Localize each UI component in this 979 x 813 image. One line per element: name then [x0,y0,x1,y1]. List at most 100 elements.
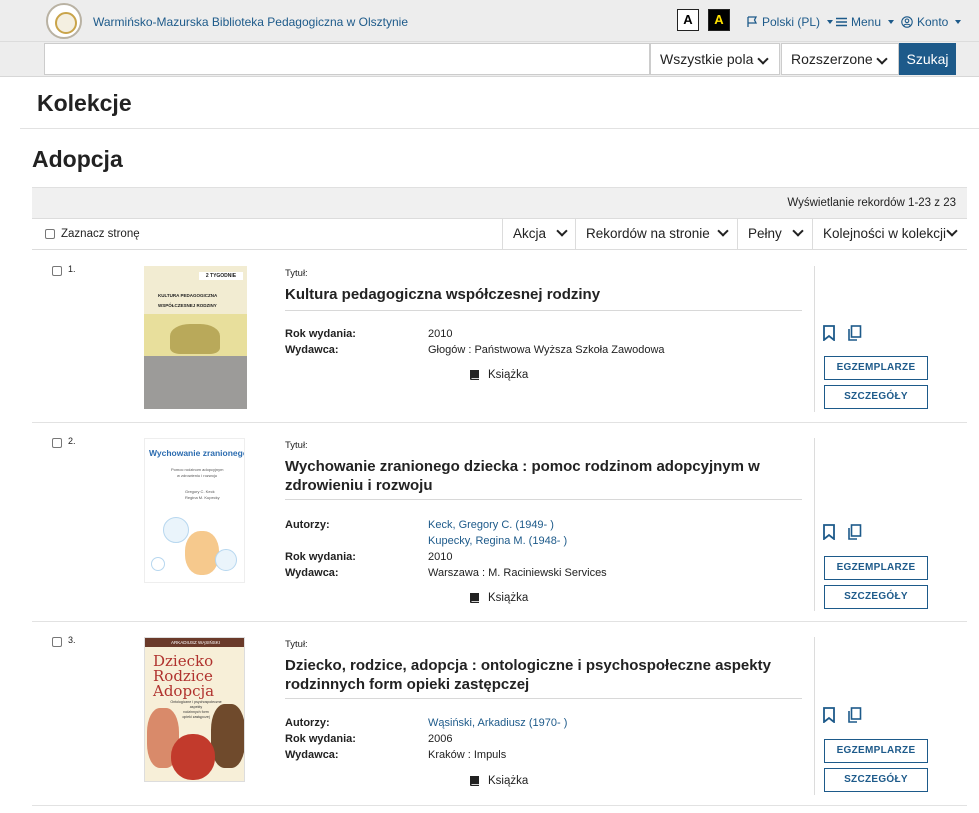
format-label: Książka [488,775,529,787]
cover-text: Gregory C. Keck [185,489,215,494]
publisher-label: Wydawca: [285,344,339,356]
title-label: Tytuł: [285,268,308,279]
copy-icon[interactable] [847,524,862,540]
cover-text: WSPÓŁCZESNEJ RODZINY [158,303,217,308]
format-badge: Książka [468,591,528,605]
page-title: Kolekcje [37,90,132,116]
cover-text: w zdrowieniu i rozwoju [177,473,218,478]
divider [814,438,815,611]
publisher-value: Kraków : Impuls [428,749,507,761]
year-value: 2010 [428,328,453,340]
main-menu[interactable]: Menu [836,15,895,29]
bookmark-icon[interactable] [822,325,836,341]
record-number: 1. [68,264,76,274]
search-mode-select[interactable]: Rozszerzone [781,43,899,75]
record-actions [822,524,862,540]
search-mode-value: Rozszerzone [791,51,873,67]
checkbox[interactable] [52,438,62,448]
cover-text: Wychowanie zranionego dziecka [149,448,245,458]
top-bar: Warmińsko-Mazurska Biblioteka Pedagogicz… [0,0,979,42]
book-icon [470,776,479,786]
copies-button[interactable]: EGZEMPLARZE [824,739,928,763]
language-menu[interactable]: Polski (PL) [747,15,834,29]
cover-text: opieki zastępczej [182,715,210,719]
cover-text: KULTURA PEDAGOGICZNA [158,293,218,298]
language-label: Polski (PL) [762,15,821,29]
divider [814,266,815,412]
publisher-value: Warszawa : M. Raciniewski Services [428,567,607,579]
chevron-down-icon [876,53,888,65]
per-page-dropdown[interactable]: Rekordów na stronie [575,219,737,249]
author-link[interactable]: Wąsiński, Arkadiusz (1970- ) [428,717,567,729]
collection-title: Adopcja [32,146,123,172]
copies-button[interactable]: EGZEMPLARZE [824,556,928,580]
title-label: Tytuł: [285,639,308,650]
select-page-checkbox[interactable]: Zaznacz stronę [45,228,140,240]
details-button[interactable]: SZCZEGÓŁY [824,385,928,409]
format-badge: Książka [468,774,528,788]
action-label: Akcja [513,226,547,241]
chevron-down-icon [757,53,769,65]
cover-text: Pomoc rodzinom adopcyjnym [171,467,224,472]
view-dropdown[interactable]: Pełny [737,219,812,249]
contrast-normal-button[interactable]: A [677,9,699,31]
cover-text: Adopcja [153,682,215,700]
year-label: Rok wydania: [285,551,356,563]
library-logo[interactable] [46,3,82,39]
record-title-link[interactable]: Dziecko, rodzice, adopcja : ontologiczne… [285,656,802,699]
action-dropdown[interactable]: Akcja [502,219,575,249]
user-circle-icon [901,16,913,28]
search-bar: Wszystkie pola Rozszerzone Szukaj [0,42,979,77]
format-badge: Książka [468,368,528,382]
list-item: 2. Wychowanie zranionego dziecka Pomoc r… [32,424,967,622]
checkbox[interactable] [52,266,62,276]
year-label: Rok wydania: [285,733,356,745]
author-link[interactable]: Keck, Gregory C. (1949- ) [428,519,554,531]
record-select[interactable]: 1. [52,264,76,276]
chevron-down-icon [792,225,804,237]
record-actions [822,707,862,723]
bookmark-icon[interactable] [822,707,836,723]
chevron-down-icon [955,20,962,24]
search-input[interactable] [44,43,650,75]
search-field-select[interactable]: Wszystkie pola [650,43,780,75]
contrast-high-button[interactable]: A [708,9,730,31]
bookmark-icon[interactable] [822,524,836,540]
author-link[interactable]: Kupecky, Regina M. (1948- ) [428,535,567,547]
flag-icon [747,16,758,27]
record-select[interactable]: 2. [52,436,76,448]
record-title-link[interactable]: Kultura pedagogiczna współczesnej rodzin… [285,285,802,311]
publisher-label: Wydawca: [285,749,339,761]
record-title-link[interactable]: Wychowanie zranionego dziecka : pomoc ro… [285,457,802,500]
book-cover[interactable]: 2 TYGODNIE KULTURA PEDAGOGICZNA WSPÓŁCZE… [144,266,247,409]
year-label: Rok wydania: [285,328,356,340]
checkbox[interactable] [52,637,62,647]
records-count: Wyświetlanie rekordów 1-23 z 23 [32,187,967,218]
menu-label: Menu [851,15,882,29]
chevron-down-icon [717,225,729,237]
account-menu[interactable]: Konto [901,15,962,29]
sort-dropdown[interactable]: Kolejności w kolekcji [812,219,967,249]
copy-icon[interactable] [847,325,862,341]
divider [20,128,979,129]
search-field-value: Wszystkie pola [660,51,754,67]
publisher-label: Wydawca: [285,567,339,579]
view-label: Pełny [748,226,782,241]
copies-button[interactable]: EGZEMPLARZE [824,356,928,380]
site-title-link[interactable]: Warmińsko-Mazurska Biblioteka Pedagogicz… [93,15,408,29]
details-button[interactable]: SZCZEGÓŁY [824,768,928,792]
details-button[interactable]: SZCZEGÓŁY [824,585,928,609]
search-button[interactable]: Szukaj [899,43,956,75]
format-label: Książka [488,369,529,381]
sort-label: Kolejności w kolekcji [823,226,947,241]
book-cover[interactable]: ARKADIUSZ WĄSIŃSKI Dziecko Rodzice Adopc… [144,637,245,782]
chevron-down-icon [946,225,958,237]
list-item: 3. ARKADIUSZ WĄSIŃSKI Dziecko Rodzice Ad… [32,623,967,806]
record-select[interactable]: 3. [52,635,76,647]
record-number: 2. [68,436,76,446]
account-label: Konto [917,15,949,29]
checkbox[interactable] [45,229,55,239]
copy-icon[interactable] [847,707,862,723]
divider [814,637,815,795]
book-cover[interactable]: Wychowanie zranionego dziecka Pomoc rodz… [144,438,245,583]
